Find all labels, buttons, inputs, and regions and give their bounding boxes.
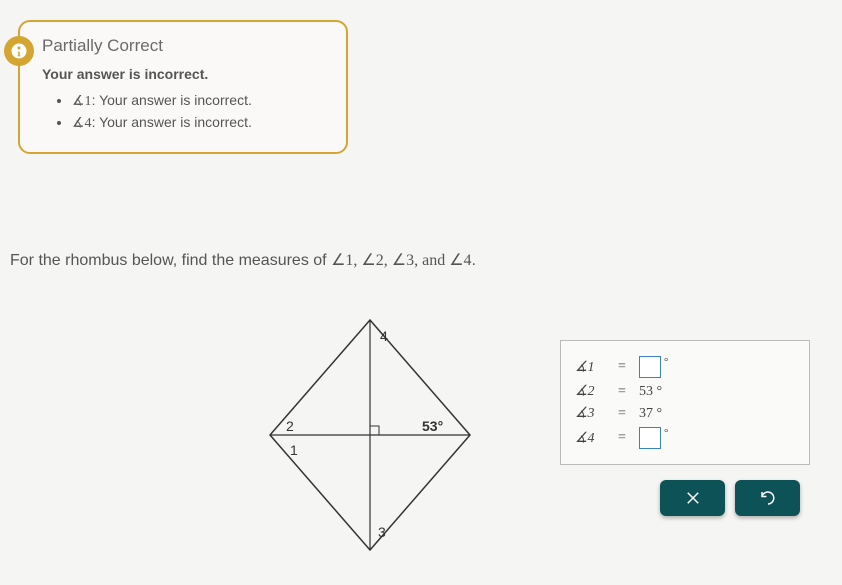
answer-label: ∡2: [575, 383, 605, 400]
answer-row-4: ∡4 = °: [575, 427, 795, 449]
degree-symbol: °: [664, 427, 668, 439]
answer-panel: ∡1 = ° ∡2 = 53 ° ∡3 = 37 ° ∡4 = °: [560, 340, 810, 465]
feedback-box: Partially Correct Your answer is incorre…: [18, 20, 348, 154]
feedback-text: : Your answer is incorrect.: [92, 92, 252, 108]
question-angles: ∠1, ∠2, ∠3, and ∠4: [331, 252, 471, 269]
feedback-list: ∡1: Your answer is incorrect. ∡4: Your a…: [42, 92, 328, 132]
answer-label: ∡3: [575, 405, 605, 422]
angle-label-4: 4: [380, 328, 388, 344]
question-prefix: For the rhombus below, find the measures…: [10, 252, 331, 269]
equals-sign: =: [615, 430, 629, 446]
reset-button[interactable]: [735, 480, 800, 516]
feedback-text: : Your answer is incorrect.: [92, 114, 252, 130]
question-text: For the rhombus below, find the measures…: [10, 250, 476, 270]
rhombus-diagram: 4 2 1 3 53°: [250, 310, 490, 560]
feedback-title: Partially Correct: [42, 36, 328, 56]
answer-row-1: ∡1 = °: [575, 356, 795, 378]
partial-correct-icon: [4, 36, 34, 66]
angle-label-2: 2: [286, 418, 294, 434]
answer-label: ∡4: [575, 430, 605, 447]
given-angle: 53°: [422, 418, 443, 434]
feedback-item: ∡1: Your answer is incorrect.: [72, 92, 328, 110]
angle-ref: ∡1: [72, 94, 92, 109]
angle-ref: ∡4: [72, 116, 92, 131]
clear-button[interactable]: [660, 480, 725, 516]
equals-sign: =: [615, 359, 629, 375]
question-suffix: .: [472, 252, 476, 269]
degree-symbol: °: [664, 356, 668, 368]
answer-value: °: [639, 356, 668, 378]
equals-sign: =: [615, 406, 629, 422]
feedback-item: ∡4: Your answer is incorrect.: [72, 114, 328, 132]
button-row: [660, 480, 800, 516]
undo-icon: [759, 489, 777, 507]
answer-value: °: [639, 427, 668, 449]
rhombus-svg: [250, 310, 490, 560]
angle-label-1: 1: [290, 442, 298, 458]
equals-sign: =: [615, 384, 629, 400]
answer-label: ∡1: [575, 359, 605, 376]
answer-row-3: ∡3 = 37 °: [575, 405, 795, 422]
answer-input-4[interactable]: [639, 427, 661, 449]
angle-label-3: 3: [378, 524, 386, 540]
answer-input-1[interactable]: [639, 356, 661, 378]
answer-value: 53 °: [639, 384, 679, 400]
feedback-subtitle: Your answer is incorrect.: [42, 66, 328, 82]
answer-row-2: ∡2 = 53 °: [575, 383, 795, 400]
close-icon: [684, 489, 702, 507]
answer-value: 37 °: [639, 406, 679, 422]
